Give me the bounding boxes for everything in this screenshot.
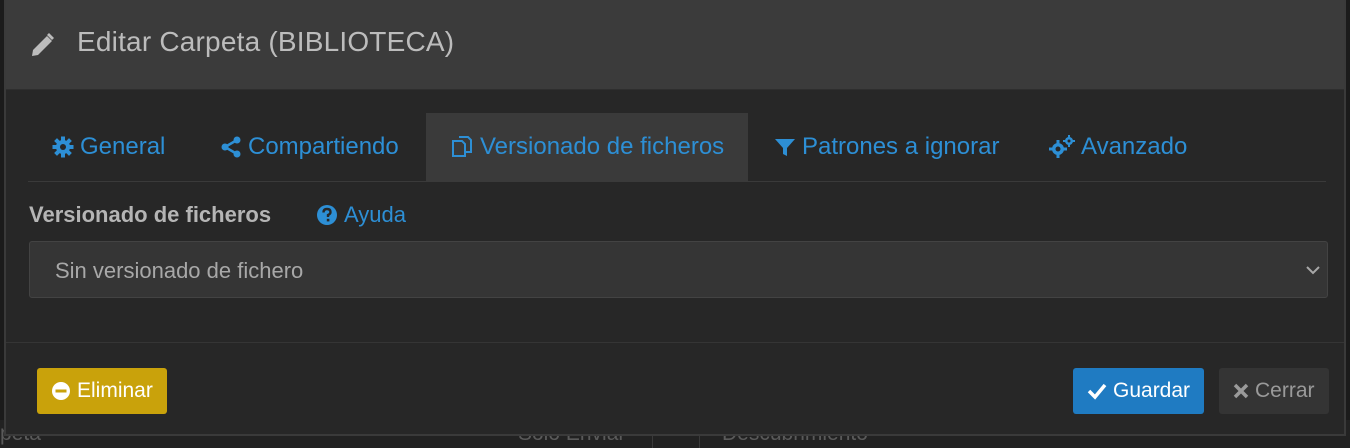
edit-folder-dialog: Editar Carpeta (BIBLIOTECA) General Comp… (4, 0, 1346, 436)
tab-label: Avanzado (1081, 133, 1188, 160)
times-icon (1233, 383, 1249, 399)
pencil-icon (28, 30, 54, 60)
tab-sharing[interactable]: Compartiendo (220, 113, 399, 181)
tab-label: Compartiendo (248, 133, 399, 160)
tab-general[interactable]: General (52, 113, 165, 181)
tab-ignore-patterns[interactable]: Patrones a ignorar (774, 113, 999, 181)
tab-advanced[interactable]: Avanzado (1049, 113, 1187, 181)
delete-label: Eliminar (77, 379, 153, 402)
share-icon (221, 136, 241, 158)
dialog-header: Editar Carpeta (BIBLIOTECA) (6, 0, 1344, 90)
close-label: Cerrar (1255, 379, 1315, 402)
help-label: Ayuda (344, 202, 406, 227)
tab-label: General (80, 133, 166, 160)
versioning-type-select[interactable]: Sin versionado de fichero (29, 241, 1328, 298)
close-button[interactable]: Cerrar (1219, 368, 1329, 414)
cog-icon (52, 136, 74, 158)
delete-button[interactable]: Eliminar (37, 368, 167, 414)
tab-label: Patrones a ignorar (802, 133, 1000, 160)
chevron-down-icon (1306, 266, 1320, 275)
filter-icon (775, 139, 795, 156)
minus-circle-icon (52, 382, 70, 400)
help-link[interactable]: Ayuda (316, 202, 406, 228)
save-button[interactable]: Guardar (1073, 368, 1205, 414)
tab-file-versioning[interactable]: Versionado de ficheros (426, 113, 749, 181)
save-label: Guardar (1113, 379, 1191, 402)
copy-icon (452, 136, 472, 157)
select-value: Sin versionado de fichero (55, 258, 304, 283)
tab-label: Versionado de ficheros (480, 133, 725, 160)
tab-bar: General Compartiendo Versionado de fiche… (28, 113, 1326, 182)
versioning-label: Versionado de ficheros (29, 202, 272, 227)
cogs-icon (1049, 135, 1075, 158)
question-circle-icon (317, 205, 337, 225)
check-icon (1087, 383, 1107, 400)
dialog-footer: Eliminar Guardar Cerrar (6, 342, 1344, 436)
dialog-title: Editar Carpeta (BIBLIOTECA) (77, 26, 455, 57)
